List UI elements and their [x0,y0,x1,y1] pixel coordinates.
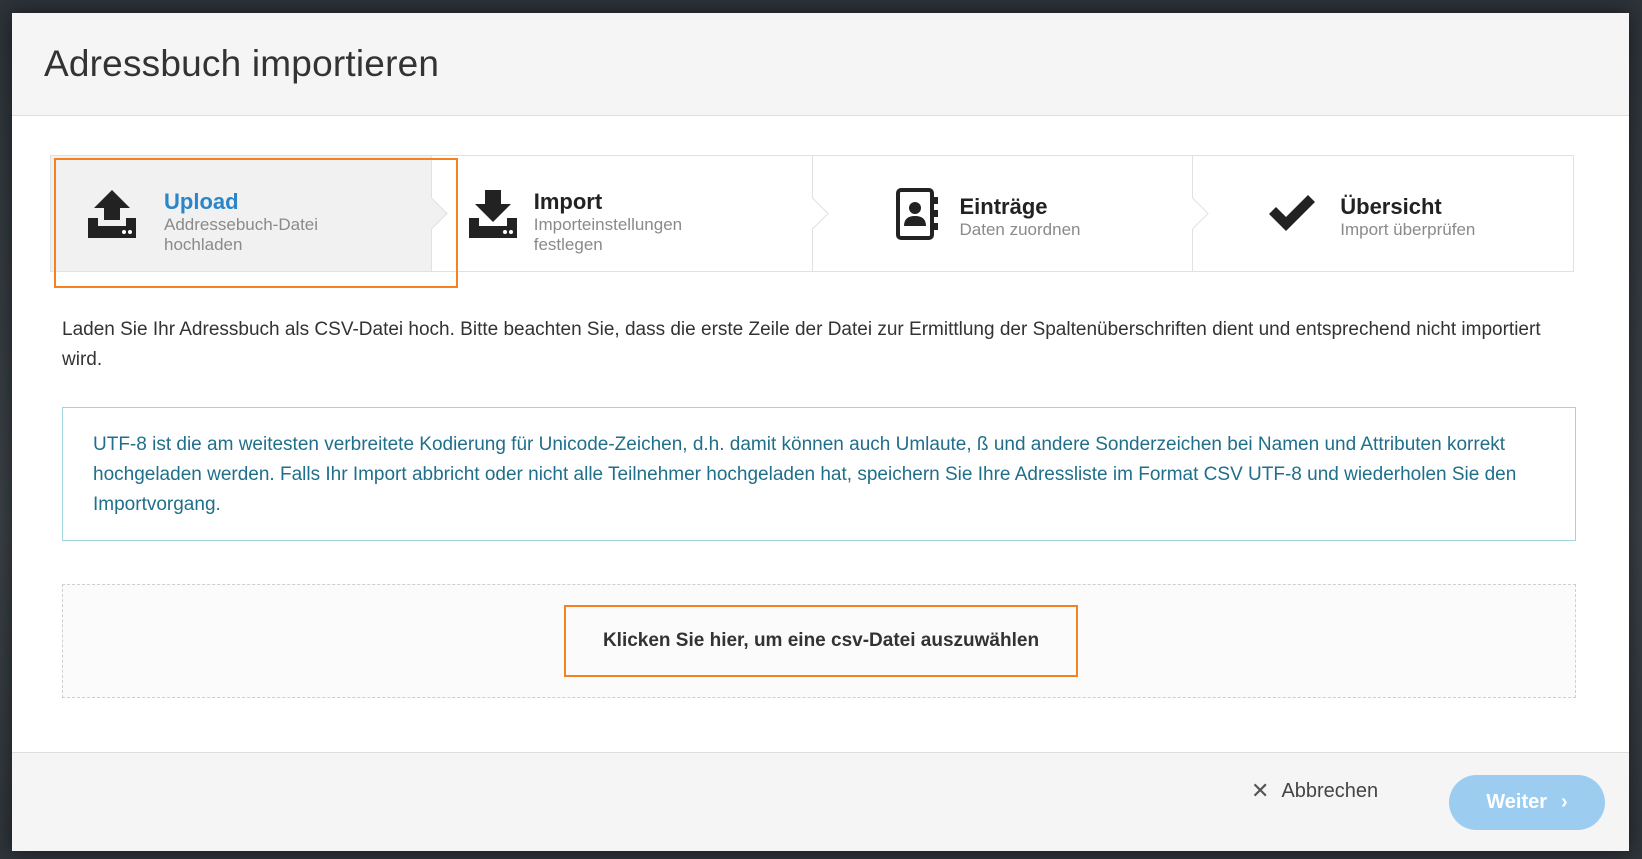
checkmark-icon [1264,186,1320,242]
step-title: Import [533,189,603,214]
step-upload[interactable]: Upload Addressebuch-Datei hochladen [51,156,448,271]
step-subtitle: Daten zuordnen [959,220,1081,239]
step-subtitle: Import überprüfen [1340,220,1476,239]
next-button[interactable]: Weiter › [1449,775,1605,830]
step-overview[interactable]: Übersicht Import überprüfen [1193,156,1573,271]
step-title: Einträge [959,194,1048,219]
next-label: Weiter [1486,791,1548,813]
step-entries-text: Einträge Daten zuordnen [960,194,1160,240]
utf8-info-box: UTF-8 ist die am weitesten verbreitete K… [62,407,1576,541]
close-icon: ✕ [1251,778,1270,803]
address-book-icon [889,186,945,242]
upload-icon [84,186,140,242]
wizard-steps: Upload Addressebuch-Datei hochladen Impo… [50,155,1574,272]
intro-text: Laden Sie Ihr Adressbuch als CSV-Datei h… [62,319,1541,370]
modal-header: Adressbuch importieren [12,13,1629,116]
step-subtitle: Importeinstellungen festlegen [533,215,683,254]
step-overview-text: Übersicht Import überprüfen [1340,194,1540,240]
step-import[interactable]: Import Importeinstellungen festlegen [431,156,829,271]
step-upload-text: Upload Addressebuch-Datei hochladen [164,189,364,255]
step-entries[interactable]: Einträge Daten zuordnen [812,156,1210,271]
cancel-label: Abbrechen [1281,779,1379,802]
modal-footer [12,752,1629,851]
step-subtitle: Addressebuch-Datei hochladen [164,215,319,254]
step-import-text: Import Importeinstellungen festlegen [534,189,734,255]
download-icon [465,186,521,242]
chevron-right-icon: › [1561,791,1568,813]
cancel-button[interactable]: ✕ Abbrechen [1251,775,1378,807]
step-title: Upload [164,189,239,214]
step-title: Übersicht [1340,194,1442,219]
modal-title: Adressbuch importieren [44,43,440,84]
select-csv-button[interactable]: Klicken Sie hier, um eine csv-Datei ausz… [564,605,1078,677]
